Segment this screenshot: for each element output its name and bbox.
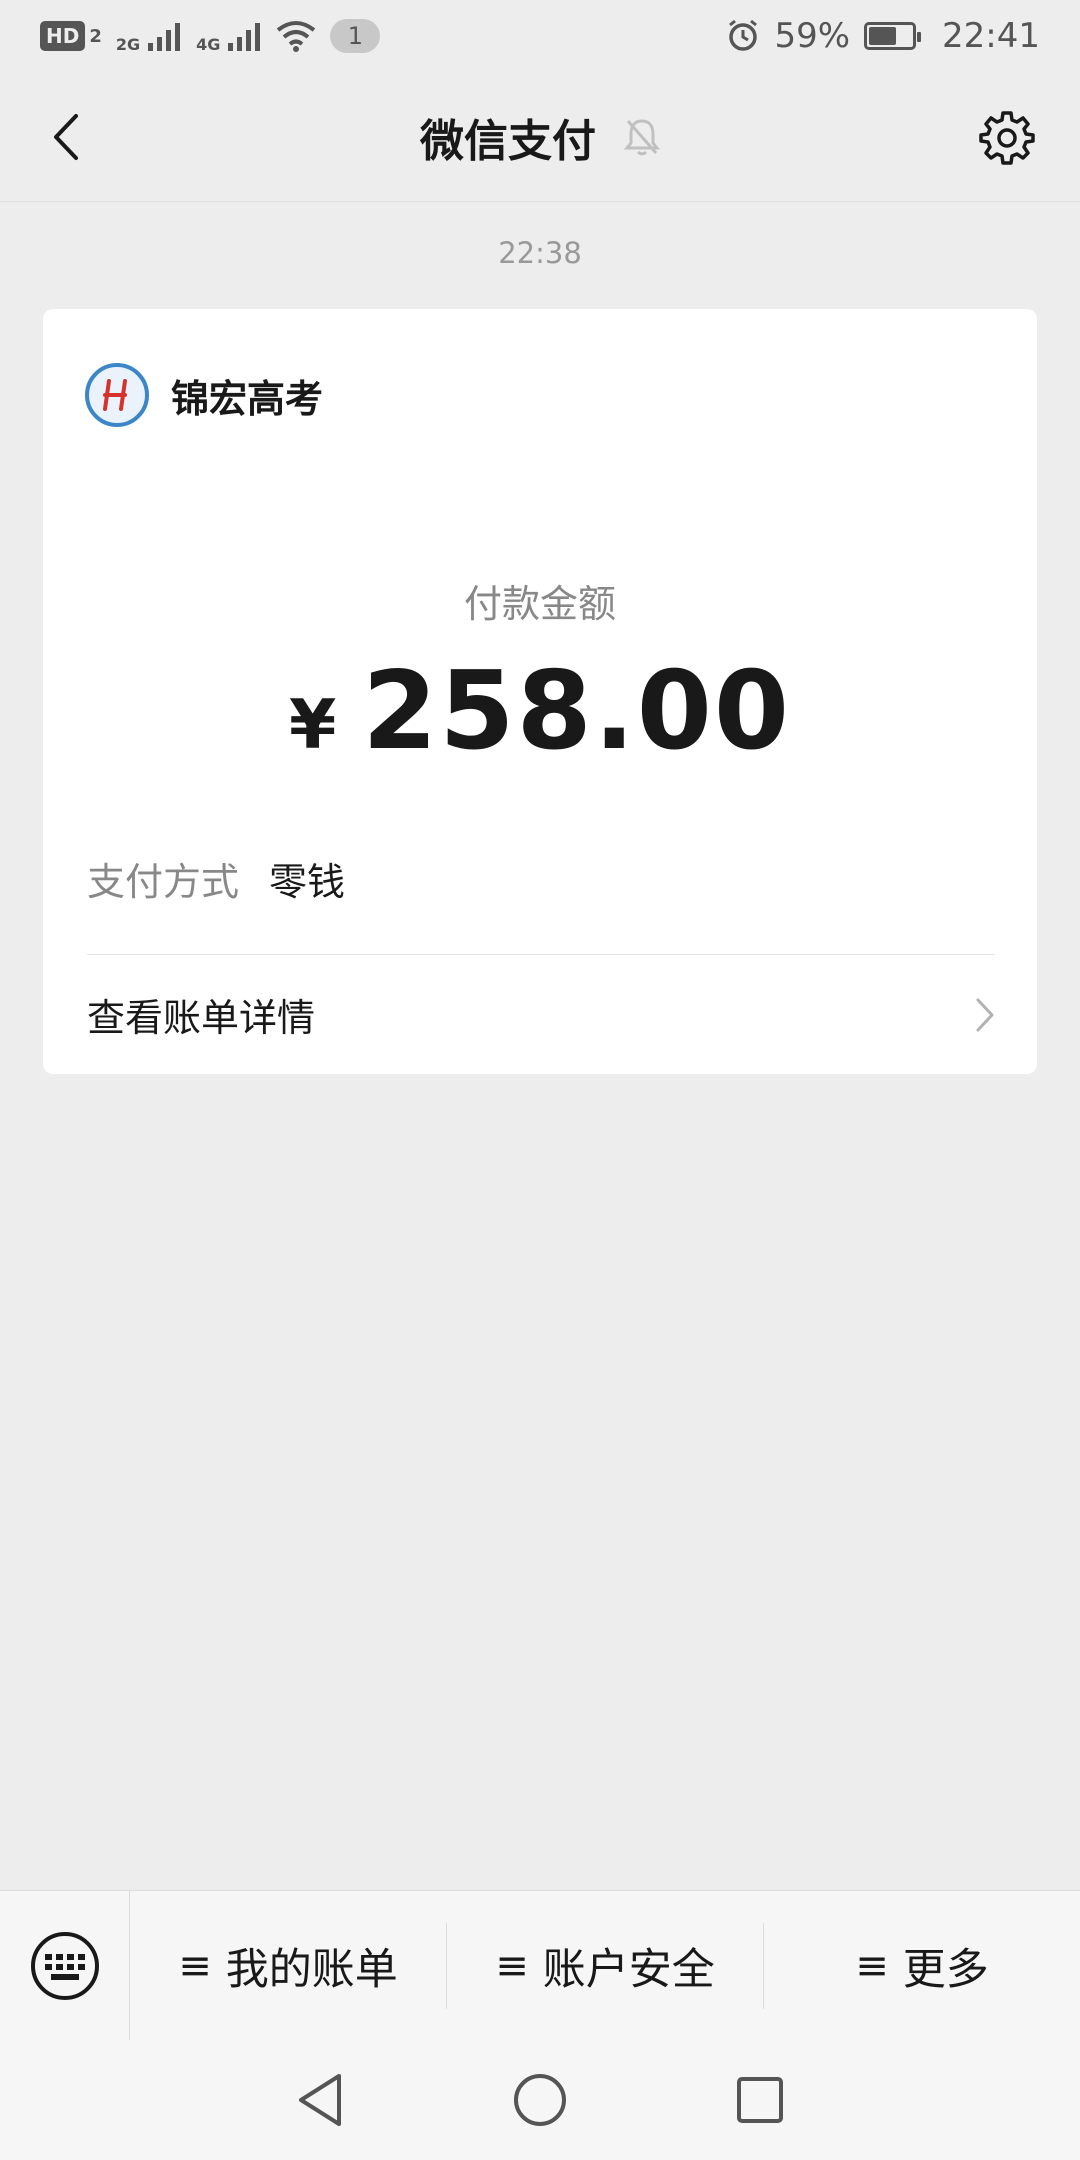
nav-home-button[interactable] [505,2065,575,2135]
bell-muted-icon [624,118,660,155]
notification-count: 1 [330,19,381,53]
network-type-1: 2G [115,34,141,54]
merchant-logo [85,363,149,427]
menu-list-icon: ≡ [495,1942,529,1989]
keyboard-toggle-button[interactable] [0,1891,130,2040]
status-time: 22:41 [942,16,1040,56]
gear-icon [979,111,1035,165]
menu-my-bills[interactable]: ≡ 我的账单 [130,1923,446,2009]
battery-icon [864,22,922,50]
bill-detail-label: 查看账单详情 [87,996,316,1040]
status-right: 59% 22:41 [726,16,1040,56]
system-nav-bar [0,2040,1080,2160]
nav-back-button[interactable] [285,2065,355,2135]
chevron-right-icon [976,998,994,1031]
message-timestamp: 22:38 [498,236,582,270]
alarm-icon [729,19,758,51]
keyboard-icon [30,1931,99,2000]
chevron-left-icon [54,114,78,160]
hd-badge: HD [40,21,86,51]
payment-method: 支付方式 零钱 [87,851,345,906]
signal-icon [148,23,181,51]
status-left: HD 2 2G 4G 1 [40,19,381,54]
signal-icon-2 [228,23,261,51]
sim-index: 2 [89,25,102,47]
payment-card[interactable]: 锦宏高考 付款金额 ¥ 258.00 支付方式 零钱 查看账单详情 [43,309,1037,1074]
back-button[interactable] [30,102,100,172]
menu-account-security[interactable]: ≡ 账户安全 [446,1922,763,2009]
menu-item-label: 账户安全 [542,1944,715,1995]
menu-more[interactable]: ≡ 更多 [763,1922,1080,2009]
page-title: 微信支付 [420,115,596,167]
bottom-menu: ≡ 我的账单 ≡ 账户安全 ≡ 更多 [0,1890,1080,2040]
battery-percent: 59% [774,16,851,56]
menu-item-label: 更多 [902,1944,989,1995]
settings-button[interactable] [972,102,1042,172]
view-bill-detail-link[interactable]: 查看账单详情 [87,955,995,1074]
wifi-icon [277,21,316,52]
nav-recents-button[interactable] [725,2065,795,2135]
chat-header: 微信支付 [0,72,1080,202]
amount-label: 付款金额 [463,582,616,626]
payment-method-value: 零钱 [269,860,346,904]
merchant-name: 锦宏高考 [171,376,324,421]
menu-list-icon: ≡ [855,1942,889,1989]
square-recents-icon [737,2077,783,2123]
amount-value: 258.00 [362,649,792,774]
network-type-2: 4G [196,34,221,54]
status-bar: HD 2 2G 4G 1 59% 22:41 [0,0,1080,72]
currency-symbol: ¥ [288,686,337,765]
mute-indicator [624,117,660,157]
circle-home-icon [514,2074,566,2126]
payment-amount: ¥ 258.00 [43,649,1037,774]
menu-list-icon: ≡ [178,1942,212,1989]
merchant-logo-icon [103,379,127,411]
triangle-back-icon [299,2074,341,2126]
menu-item-label: 我的账单 [225,1944,398,1995]
payment-method-label: 支付方式 [87,860,240,904]
merchant-header: 锦宏高考 [85,363,323,427]
